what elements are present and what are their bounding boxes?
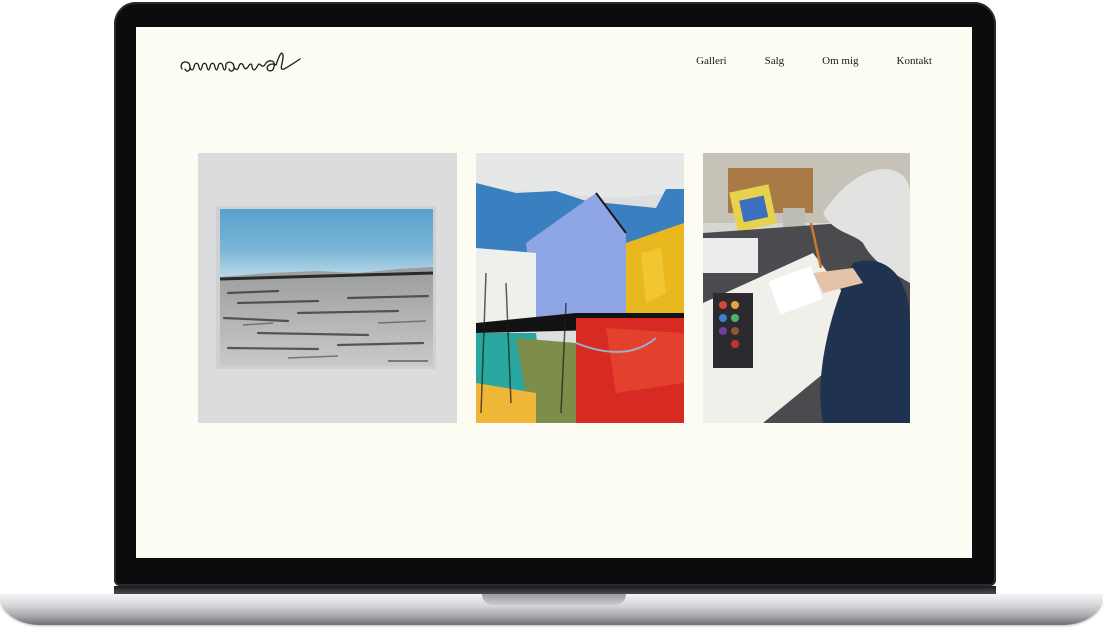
nav-link-kontakt[interactable]: Kontakt [897,55,932,67]
nav-link-galleri[interactable]: Galleri [696,55,727,67]
main-nav: Galleri Salg Om mig Kontakt [696,55,932,67]
abstract-house-painting-image [476,153,684,423]
nav-link-om-mig[interactable]: Om mig [822,55,858,67]
gallery-tile-artist-at-work[interactable] [703,153,910,423]
site-logo[interactable] [176,47,328,79]
gallery-tile-abstract-house[interactable] [476,153,684,423]
signature-logo-icon [180,52,301,72]
landscape-painting-image [198,153,457,423]
nav-link-salg[interactable]: Salg [765,55,785,67]
laptop-hinge [114,586,996,594]
website-screen: Galleri Salg Om mig Kontakt [136,27,972,558]
laptop-mockup: Galleri Salg Om mig Kontakt [0,0,1103,630]
artist-painting-photo-image [703,153,910,423]
laptop-opening-notch [482,594,626,605]
gallery-tile-landscape[interactable] [198,153,457,423]
